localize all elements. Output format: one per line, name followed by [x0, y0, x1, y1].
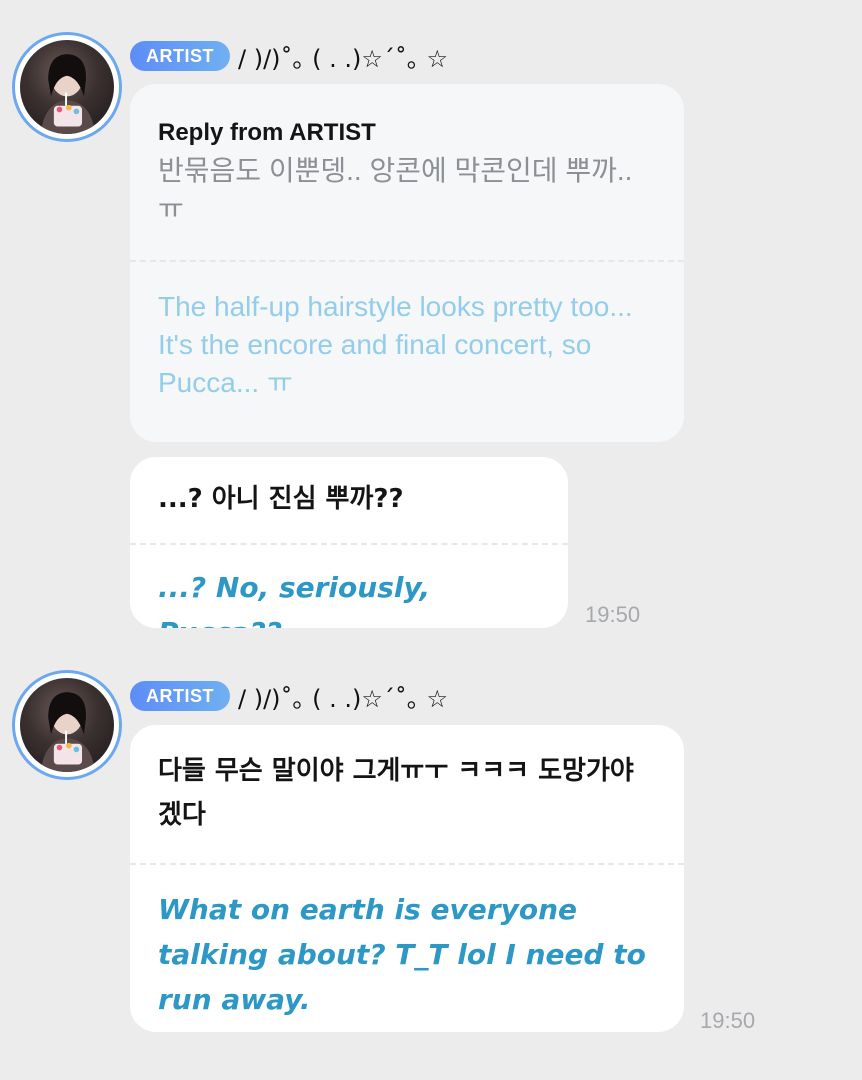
- sender-name: / )/)˚｡ ( . .)☆´˚｡ ☆: [238, 44, 449, 73]
- message-original-text: ...? 아니 진심 뿌까??: [158, 484, 404, 514]
- chat-screen: ARTIST / )/)˚｡ ( . .)☆´˚｡ ☆ Reply from A…: [0, 0, 862, 1080]
- reply-title: Reply from ARTIST: [158, 119, 376, 146]
- message-bubble[interactable]: ...? 아니 진심 뿌까?? ...? No, seriously, Pucc…: [130, 457, 568, 628]
- reply-original-text: 반묶음도 이뿐뎅.. 앙콘에 막콘인데 뿌까..ㅠ: [158, 155, 633, 224]
- message-timestamp: 19:50: [700, 1008, 756, 1033]
- artist-avatar[interactable]: [12, 32, 122, 142]
- message-translation-text: What on earth is everyone talking about?…: [158, 893, 646, 1016]
- sender-row: ARTIST / )/)˚｡ ( . .)☆´˚｡ ☆: [130, 680, 449, 713]
- artist-badge: ARTIST: [130, 681, 230, 711]
- avatar-photo: [20, 678, 114, 772]
- reply-translation-text: The half-up hairstyle looks pretty too..…: [158, 291, 633, 398]
- reply-bubble[interactable]: Reply from ARTIST 반묶음도 이뿐뎅.. 앙콘에 막콘인데 뿌까…: [130, 84, 684, 442]
- message-translation-text: ...? No, seriously, Pucca??: [158, 571, 431, 628]
- artist-badge: ARTIST: [130, 41, 230, 71]
- artist-avatar[interactable]: [12, 670, 122, 780]
- avatar-photo: [20, 40, 114, 134]
- sender-name: / )/)˚｡ ( . .)☆´˚｡ ☆: [238, 684, 449, 713]
- message-timestamp: 19:50: [585, 602, 641, 627]
- sender-row: ARTIST / )/)˚｡ ( . .)☆´˚｡ ☆: [130, 40, 449, 73]
- message-bubble[interactable]: 다들 무슨 말이야 그게ㅠㅜ ㅋㅋㅋ 도망가야겠다 What on earth …: [130, 725, 684, 1032]
- message-original-text: 다들 무슨 말이야 그게ㅠㅜ ㅋㅋㅋ 도망가야겠다: [158, 756, 634, 830]
